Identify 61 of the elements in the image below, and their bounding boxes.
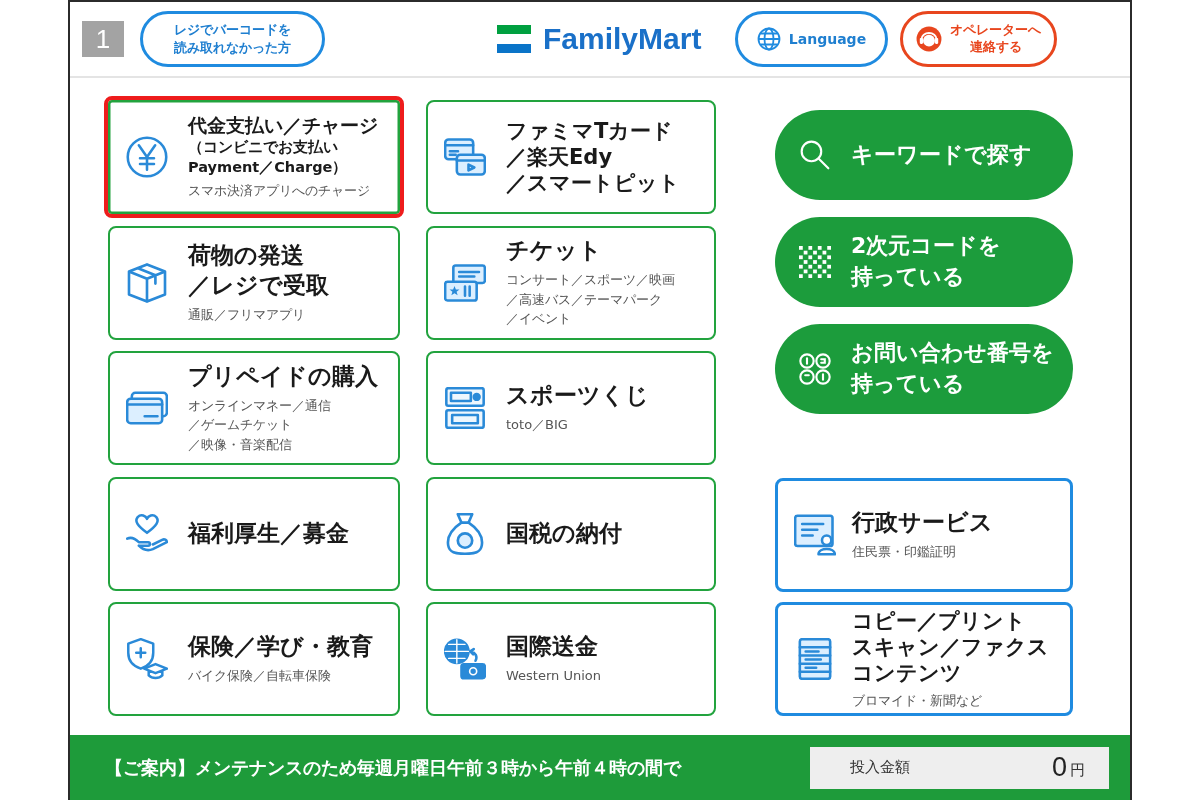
menu-tile[interactable]: 福利厚生／募金 bbox=[108, 476, 400, 591]
lottery-ticket-icon bbox=[444, 387, 486, 429]
tile-title: 福利厚生／募金 bbox=[188, 518, 349, 548]
tile-subtitle: スマホ決済アプリへのチャージ bbox=[188, 182, 370, 201]
parcel-box-icon bbox=[126, 261, 168, 304]
menu-tile[interactable]: プリペイドの購入 オンラインマネー／通信 ／ゲームチケット ／映像・音楽配信 bbox=[108, 351, 400, 465]
page-number: 1 bbox=[82, 21, 124, 57]
tickets-icon bbox=[444, 261, 486, 304]
logo-wordmark: FamilyMart bbox=[543, 24, 702, 54]
search-icon bbox=[799, 139, 831, 171]
currency-unit: 円 bbox=[1070, 761, 1085, 780]
search-option-button[interactable]: お問い合わせ番号を 持っている bbox=[775, 324, 1073, 414]
tile-subtitle: 通販／フリマアプリ bbox=[188, 305, 305, 324]
menu-tile[interactable]: スポーツくじ toto／BIG bbox=[426, 351, 716, 465]
money-bag-icon bbox=[444, 512, 486, 555]
tile-subtitle: コンサート／スポーツ／映画 ／高速バス／テーマパーク ／イベント bbox=[506, 271, 675, 329]
tile-title: 行政サービス bbox=[852, 508, 993, 538]
tile-title: 保険／学び・教育 bbox=[188, 632, 373, 662]
deposit-label: 投入金額 bbox=[850, 758, 910, 777]
logo-stripes-icon bbox=[497, 25, 531, 53]
globe-icon bbox=[756, 27, 781, 51]
tile-subtitle: 住民票・印鑑証明 bbox=[852, 543, 956, 562]
tile-title: スポーツくじ bbox=[506, 381, 649, 411]
tile-subtitle: バイク保険／自転車保険 bbox=[188, 667, 331, 686]
language-button[interactable]: Language bbox=[735, 11, 888, 67]
tile-title: チケット bbox=[506, 236, 602, 266]
search-option-button[interactable]: キーワードで探す bbox=[775, 110, 1073, 200]
document-person-icon bbox=[794, 514, 836, 556]
globe-money-icon bbox=[444, 638, 486, 680]
tile-title: ファミマTカード ／楽天Edy ／スマートピット bbox=[506, 117, 680, 197]
tile-subtitle: Western Union bbox=[506, 667, 601, 686]
search-option-button[interactable]: 2次元コードを 持っている bbox=[775, 217, 1073, 307]
menu-tile[interactable]: 代金支払い／チャージ （コンビニでお支払い Payment／Charge） スマホ決済アプリへのチャージ bbox=[104, 96, 404, 218]
deposit-amount: 0 bbox=[1051, 752, 1067, 783]
tile-subtitle: ブロマイド・新聞など bbox=[852, 691, 982, 710]
menu-tile[interactable]: 国税の納付 bbox=[426, 476, 716, 591]
cards-icon bbox=[444, 136, 486, 178]
tile-title: プリペイドの購入 bbox=[188, 361, 378, 391]
tile-title: コピー／プリント スキャン／ファクス コンテンツ bbox=[852, 607, 1049, 687]
tile-subtitle: オンラインマネー／通信 ／ゲームチケット ／映像・音楽配信 bbox=[188, 396, 331, 454]
tile-title: 荷物の発送 ／レジで受取 bbox=[188, 240, 329, 300]
tile-subtitle: toto／BIG bbox=[506, 416, 568, 435]
menu-tile[interactable]: コピー／プリント スキャン／ファクス コンテンツ ブロマイド・新聞など bbox=[775, 602, 1073, 716]
barcode-help-button[interactable]: レジでバーコードを 読み取れなかった方 bbox=[140, 11, 325, 67]
yen-icon bbox=[126, 136, 168, 178]
notice-text: 【ご案内】メンテナンスのため毎週月曜日午前３時から午前４時の間で bbox=[105, 755, 681, 780]
checker-pattern-icon bbox=[799, 246, 831, 278]
menu-tile[interactable]: ファミマTカード ／楽天Edy ／スマートピット bbox=[426, 100, 716, 214]
menu-tile[interactable]: チケット コンサート／スポーツ／映画 ／高速バス／テーマパーク ／イベント bbox=[426, 225, 716, 340]
tile-title: 代金支払い／チャージ bbox=[188, 113, 378, 139]
tile-title: 国税の納付 bbox=[506, 518, 622, 548]
menu-tile[interactable]: 行政サービス 住民票・印鑑証明 bbox=[775, 478, 1073, 592]
shield-cap-icon bbox=[126, 638, 168, 680]
tile-note: （コンビニでお支払い Payment／Charge） bbox=[188, 138, 348, 177]
tile-title: 国際送金 bbox=[506, 632, 598, 662]
menu-tile[interactable]: 保険／学び・教育 バイク保険／自転車保険 bbox=[108, 602, 400, 716]
headset-icon bbox=[916, 26, 942, 52]
operator-button[interactable]: オペレーターへ 連絡する bbox=[900, 11, 1057, 67]
menu-tile[interactable]: 荷物の発送 ／レジで受取 通販／フリマアプリ bbox=[108, 225, 400, 340]
menu-tile[interactable]: 国際送金 Western Union bbox=[426, 602, 716, 716]
number-grid-icon bbox=[799, 353, 831, 385]
